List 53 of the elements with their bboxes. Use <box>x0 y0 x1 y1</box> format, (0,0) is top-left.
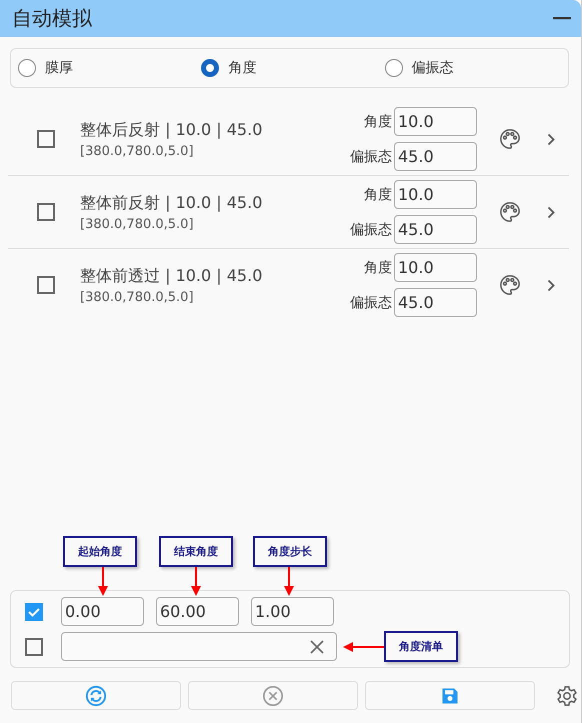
mode-radio[interactable]: 角度 <box>201 59 385 77</box>
refresh-icon <box>85 684 107 706</box>
input-field[interactable]: 10.0 <box>394 253 477 282</box>
pointer-arrow <box>283 567 295 597</box>
field-label: 偏振态 <box>350 294 392 312</box>
input-field[interactable]: 60.00 <box>156 597 239 626</box>
field-label: 角度 <box>364 112 392 130</box>
settings-icon[interactable] <box>556 684 578 706</box>
window-title: 自动模拟 <box>12 5 92 32</box>
field-label: 角度 <box>364 258 392 276</box>
checkbox[interactable] <box>37 130 55 148</box>
checkbox[interactable] <box>37 276 55 294</box>
item-range: [380.0,780.0,5.0] <box>80 144 195 158</box>
input-field[interactable]: 10.0 <box>394 180 477 209</box>
palette-icon[interactable] <box>499 128 521 150</box>
callout: 结束角度 <box>159 536 233 567</box>
checkbox[interactable] <box>25 602 43 620</box>
palette-icon[interactable] <box>499 201 521 223</box>
cancel-icon <box>262 684 284 706</box>
palette-icon[interactable] <box>499 274 521 296</box>
item-title: 整体前反射 | 10.0 | 45.0 <box>80 192 264 214</box>
refresh-button[interactable] <box>11 681 181 710</box>
callout: 角度清单 <box>384 631 458 662</box>
pointer-arrow <box>190 567 202 597</box>
field-label: 偏振态 <box>350 148 392 166</box>
item-range: [380.0,780.0,5.0] <box>80 290 195 304</box>
pointer-arrow <box>342 641 384 653</box>
save-icon <box>440 686 460 706</box>
mode-radio[interactable]: 偏振态 <box>384 59 568 77</box>
input-field[interactable]: 1.00 <box>251 597 334 626</box>
field-label: 角度 <box>364 186 392 204</box>
clear-icon[interactable] <box>310 640 324 654</box>
chevron-icon[interactable] <box>547 132 555 146</box>
item-title: 整体后反射 | 10.0 | 45.0 <box>80 120 264 140</box>
item-range: [380.0,780.0,5.0] <box>80 216 195 232</box>
input-field[interactable]: 45.0 <box>394 288 477 317</box>
chevron-icon[interactable] <box>547 206 555 218</box>
input-field[interactable]: 10.0 <box>394 107 477 136</box>
field-label: 偏振态 <box>350 220 392 238</box>
chevron-icon[interactable] <box>547 278 555 292</box>
item-title: 整体前透过 | 10.0 | 45.0 <box>80 266 264 286</box>
input-field[interactable]: 45.0 <box>394 142 477 171</box>
save-button[interactable] <box>365 681 535 710</box>
checkbox[interactable] <box>37 203 55 221</box>
input-field[interactable]: 45.0 <box>394 215 477 244</box>
pointer-arrow <box>97 567 109 597</box>
callout: 起始角度 <box>63 536 137 567</box>
callout: 角度步长 <box>253 536 327 567</box>
list-input-field[interactable] <box>61 632 337 661</box>
mode-radio[interactable]: 膜厚 <box>18 59 202 77</box>
minimize-icon[interactable] <box>553 17 571 20</box>
checkbox[interactable] <box>25 638 43 656</box>
input-field[interactable]: 0.00 <box>61 597 144 626</box>
